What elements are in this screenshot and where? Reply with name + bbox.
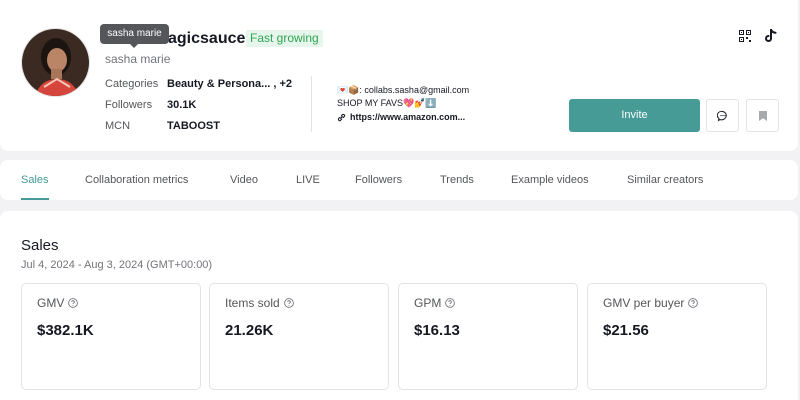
tab-sales[interactable]: Sales: [21, 160, 49, 200]
metric-value: 21.26K: [225, 322, 274, 339]
bio-link-text[interactable]: https://www.amazon.com...: [350, 111, 465, 123]
creator-nickname: sasha marie: [105, 52, 171, 66]
metric-card-gmv: GMV $382.1K: [21, 283, 201, 390]
bio-line-shop: SHOP MY FAVS💖💅⬇️: [337, 98, 437, 108]
tiktok-icon[interactable]: [762, 28, 778, 44]
metric-value: $16.13: [414, 322, 460, 339]
metric-label: Items sold: [225, 296, 280, 310]
mcn-label: MCN: [105, 120, 131, 132]
message-icon: [716, 110, 727, 122]
info-icon[interactable]: [445, 298, 456, 308]
info-icon[interactable]: [283, 298, 294, 308]
info-icon[interactable]: [68, 298, 79, 308]
metric-card-gmv-per-buyer: GMV per buyer $21.56: [587, 283, 767, 390]
link-icon: [337, 113, 346, 121]
message-button[interactable]: [706, 99, 739, 132]
invite-button[interactable]: Invite: [569, 99, 700, 132]
bookmark-button[interactable]: [746, 99, 779, 132]
status-badge: Fast growing: [246, 30, 323, 47]
metric-card-gpm: GPM $16.13: [398, 283, 578, 390]
tab-live[interactable]: LIVE: [296, 160, 320, 200]
metric-label: GMV per buyer: [603, 296, 685, 310]
nickname-tooltip: sasha marie: [100, 24, 169, 48]
sales-title: Sales: [21, 237, 59, 254]
metric-label: GMV: [37, 296, 65, 310]
tab-similar-creators[interactable]: Similar creators: [627, 160, 703, 200]
bio-line-contact: 💌📦: collabs.sasha@gmail.com: [337, 85, 470, 95]
followers-value: 30.1K: [167, 99, 197, 111]
categories-label: Categories: [105, 78, 159, 90]
bookmark-icon: [758, 110, 767, 121]
sales-section: Sales Jul 4, 2024 - Aug 3, 2024 (GMT+00:…: [0, 211, 798, 400]
metric-value: $382.1K: [37, 322, 94, 339]
metric-value: $21.56: [603, 322, 649, 339]
tab-followers[interactable]: Followers: [355, 160, 402, 200]
section-tabs: Sales Collaboration metrics Video LIVE F…: [0, 160, 798, 200]
creator-avatar[interactable]: [21, 28, 90, 97]
tab-video[interactable]: Video: [230, 160, 258, 200]
sales-date-range: Jul 4, 2024 - Aug 3, 2024 (GMT+00:00): [21, 259, 213, 271]
tab-collaboration-metrics[interactable]: Collaboration metrics: [85, 160, 188, 200]
followers-label: Followers: [105, 99, 153, 111]
mcn-value: TABOOST: [167, 120, 220, 132]
qr-code-icon[interactable]: [737, 28, 753, 44]
metric-card-items-sold: Items sold 21.26K: [209, 283, 389, 390]
metric-label: GPM: [414, 296, 442, 310]
creator-profile-card: agicsauce Fast growing sasha marie sasha…: [0, 0, 798, 151]
info-icon[interactable]: [688, 298, 699, 308]
tab-example-videos[interactable]: Example videos: [511, 160, 589, 200]
bio-link[interactable]: https://www.amazon.com...: [337, 111, 465, 123]
creator-handle: agicsauce: [168, 30, 246, 47]
categories-value[interactable]: Beauty & Persona... , +2: [167, 76, 292, 92]
divider: [311, 76, 312, 132]
tab-trends[interactable]: Trends: [440, 160, 474, 200]
